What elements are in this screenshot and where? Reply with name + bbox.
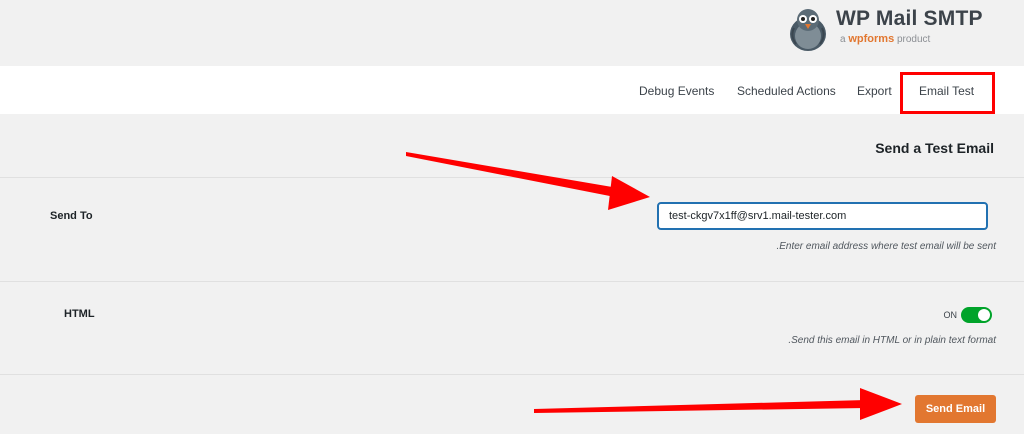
arrow-to-send-button <box>534 388 902 420</box>
arrow-to-input <box>406 152 650 210</box>
section-title: Send a Test Email <box>875 140 994 156</box>
html-toggle-wrap: ON <box>943 307 992 323</box>
brand-tagline: a wpforms product <box>840 33 930 45</box>
tagline-brand: wpforms <box>848 33 895 45</box>
pigeon-mascot-icon <box>790 9 826 51</box>
tab-scheduled-actions[interactable]: Scheduled Actions <box>737 84 836 98</box>
tab-export[interactable]: Export <box>857 84 892 98</box>
send-to-description: .Enter email address where test email wi… <box>776 241 996 252</box>
toggle-state-label: ON <box>943 310 958 320</box>
toggle-knob <box>978 309 990 321</box>
send-to-input[interactable] <box>657 202 988 230</box>
html-label: HTML <box>64 308 95 320</box>
send-to-label: Send To <box>50 210 93 222</box>
brand-logo: WP Mail SMTP a wpforms product <box>788 4 988 54</box>
brand-name: WP Mail SMTP <box>836 7 983 30</box>
html-description: .Send this email in HTML or in plain tex… <box>788 335 996 346</box>
divider <box>0 177 1024 178</box>
tagline-prefix: a <box>840 34 846 45</box>
tab-debug-events[interactable]: Debug Events <box>639 84 714 98</box>
tagline-suffix: product <box>896 34 931 45</box>
divider <box>0 281 1024 282</box>
annotation-highlight-box <box>900 72 995 114</box>
html-toggle[interactable] <box>961 307 992 323</box>
send-email-button[interactable]: Send Email <box>915 395 996 423</box>
divider <box>0 374 1024 375</box>
